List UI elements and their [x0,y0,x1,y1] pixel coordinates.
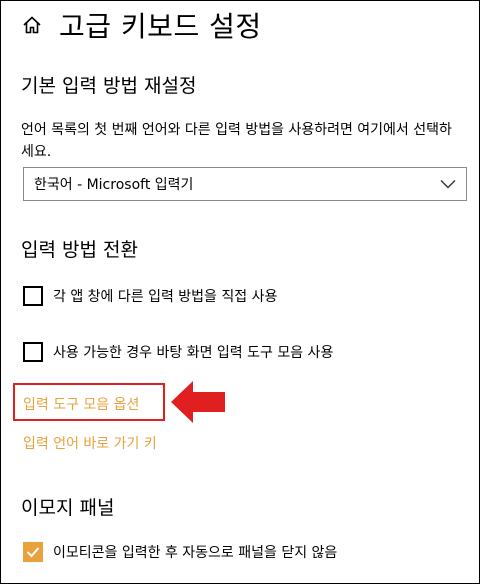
section-title-default-input: 기본 입력 방법 재설정 [21,75,197,97]
default-input-description: 언어 목록의 첫 번째 언어와 다른 입력 방법을 사용하려면 여기에서 선택하… [21,122,452,160]
home-icon[interactable] [21,14,43,36]
section-title-switching: 입력 방법 전환 [21,239,138,261]
page-header: 고급 키보드 설정 [21,7,262,43]
checkbox-row-desktop-language-bar[interactable]: 사용 가능한 경우 바탕 화면 입력 도구 모음 사용 [23,342,333,362]
checkbox-row-emoji-panel[interactable]: 이모티콘을 입력한 후 자동으로 패널을 닫지 않음 [23,542,337,562]
emoji-panel-checkbox[interactable] [23,542,43,562]
desktop-language-bar-checkbox[interactable] [23,342,43,362]
section-title-emoji: 이모지 패널 [21,497,115,519]
checkmark-icon [26,547,40,558]
checkbox-label: 이모티콘을 입력한 후 자동으로 패널을 닫지 않음 [53,545,338,561]
chevron-down-icon [440,180,456,189]
input-language-hotkeys-link[interactable]: 입력 언어 바로 가기 키 [23,433,157,453]
checkbox-label: 사용 가능한 경우 바탕 화면 입력 도구 모음 사용 [53,345,334,361]
checkbox-row-per-app-input[interactable]: 각 앱 창에 다른 입력 방법을 직접 사용 [23,286,277,306]
per-app-input-checkbox[interactable] [23,286,43,306]
input-method-dropdown[interactable]: 한국어 - Microsoft 입력기 [23,167,467,201]
checkbox-label: 각 앱 창에 다른 입력 방법을 직접 사용 [53,289,278,305]
dropdown-selected-value: 한국어 - Microsoft 입력기 [34,177,194,193]
page-title: 고급 키보드 설정 [59,10,262,43]
settings-window: 고급 키보드 설정 기본 입력 방법 재설정 언어 목록의 첫 번째 언어와 다… [0,0,480,584]
pointer-arrow-icon [171,381,225,423]
toolbar-options-link[interactable]: 입력 도구 모음 옵션 [23,394,139,414]
